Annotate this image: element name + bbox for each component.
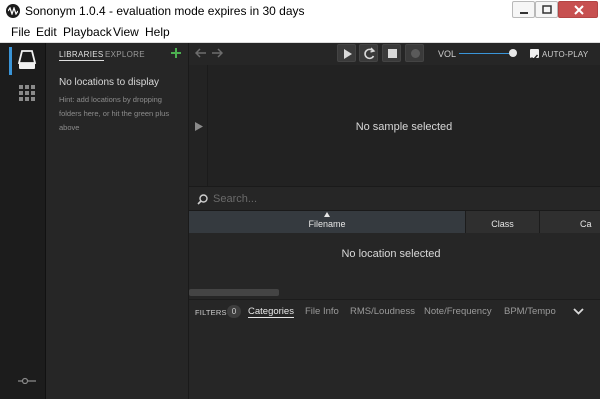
play-button[interactable] [337, 44, 356, 62]
grid-icon[interactable] [19, 85, 35, 101]
results-table-body: No location selected [189, 233, 600, 296]
sort-ascending-icon [324, 212, 330, 217]
record-button[interactable] [405, 44, 424, 62]
filters-panel [189, 321, 600, 399]
stop-icon [388, 49, 397, 58]
stop-button[interactable] [382, 44, 401, 62]
minimize-button[interactable] [512, 1, 535, 18]
column-label: Class [491, 219, 514, 229]
back-arrow-icon[interactable] [195, 48, 207, 58]
active-indicator [9, 47, 12, 75]
volume-slider[interactable] [459, 53, 516, 54]
filter-tab-note-frequency[interactable]: Note/Frequency [424, 306, 492, 317]
sononym-window: Sononym 1.0.4 - evaluation mode expires … [0, 0, 600, 399]
filter-tab-file-info[interactable]: File Info [305, 306, 339, 317]
column-label: Ca [580, 219, 592, 229]
expand-arrow-icon[interactable] [195, 122, 203, 131]
menu-playback[interactable]: Playback [63, 25, 112, 39]
horizontal-scrollbar[interactable] [189, 289, 279, 296]
minimize-icon [520, 12, 528, 14]
filters-count-badge: 0 [227, 305, 241, 318]
title-bar: Sononym 1.0.4 - evaluation mode expires … [0, 0, 600, 22]
libraries-hint: Hint: add locations by dropping folders … [59, 95, 170, 132]
column-header-class[interactable]: Class [466, 211, 540, 233]
autoplay-label[interactable]: AUTO-PLAY [542, 50, 588, 59]
library-icon[interactable] [17, 49, 37, 71]
libraries-panel: LIBRARIES EXPLORE No locations to displa… [46, 43, 189, 399]
maximize-icon [542, 5, 552, 14]
no-location-message: No location selected [341, 248, 441, 260]
left-rail [0, 43, 46, 399]
column-label: Filename [308, 219, 346, 229]
volume-slider-knob[interactable] [509, 49, 518, 57]
menu-help[interactable]: Help [145, 25, 170, 39]
sample-sidebar [189, 65, 208, 186]
column-header-filename[interactable]: Filename [189, 211, 466, 233]
no-locations-message: No locations to display [59, 77, 160, 88]
search-input[interactable] [213, 191, 583, 207]
filters-label: FILTERS [195, 308, 227, 317]
maximize-button[interactable] [535, 1, 558, 18]
autoplay-checkbox[interactable] [530, 49, 539, 61]
forward-arrow-icon[interactable] [211, 48, 223, 58]
window-title: Sononym 1.0.4 - evaluation mode expires … [25, 4, 305, 18]
settings-icon[interactable] [18, 376, 36, 384]
menu-file[interactable]: File [11, 25, 30, 39]
search-bar [189, 186, 600, 211]
search-icon [197, 194, 208, 205]
results-table-header: Filename Class Ca [189, 211, 600, 233]
transport-bar: VOL AUTO-PLAY [189, 43, 600, 65]
sononym-logo-icon [6, 4, 20, 18]
no-sample-message: No sample selected [355, 121, 453, 133]
tab-libraries[interactable]: LIBRARIES [59, 50, 104, 61]
menu-edit[interactable]: Edit [36, 25, 57, 39]
filter-tab-categories[interactable]: Categories [248, 306, 294, 318]
add-location-icon[interactable] [170, 47, 182, 59]
checkmark-icon [531, 54, 539, 61]
menu-view[interactable]: View [113, 25, 139, 39]
record-icon [411, 49, 420, 58]
loop-icon [364, 47, 376, 60]
close-icon [574, 5, 584, 15]
menu-bar: File Edit Playback View Help [0, 22, 600, 43]
loop-button[interactable] [359, 44, 378, 62]
play-icon [344, 49, 352, 59]
column-header-category[interactable]: Ca [540, 211, 600, 233]
main-area: LIBRARIES EXPLORE No locations to displa… [0, 43, 600, 399]
tab-explore[interactable]: EXPLORE [105, 50, 145, 59]
filter-tab-bpm-tempo[interactable]: BPM/Tempo [504, 306, 556, 317]
filters-bar: FILTERS 0 Categories File Info RMS/Loudn… [189, 299, 600, 321]
close-button[interactable] [558, 1, 598, 18]
sample-waveform-area: No sample selected [208, 65, 600, 186]
filter-tab-rms-loudness[interactable]: RMS/Loudness [350, 306, 415, 317]
chevron-down-icon[interactable] [573, 308, 584, 315]
volume-label: VOL [438, 49, 457, 59]
